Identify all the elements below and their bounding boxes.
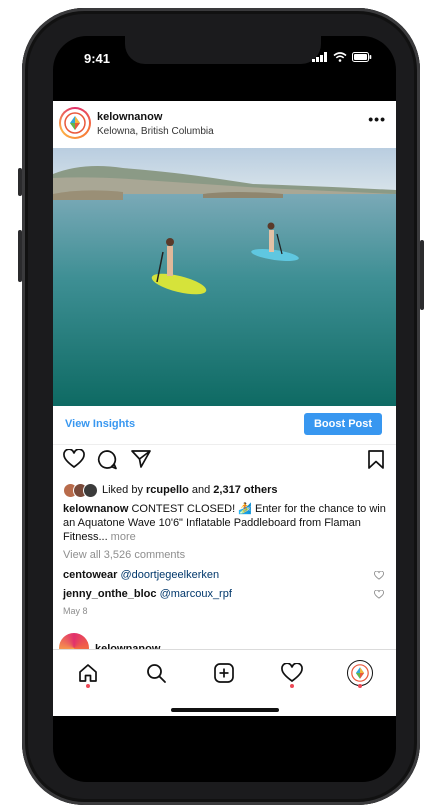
comment-mention[interactable]: @marcoux_rpf [160, 588, 232, 600]
bottom-tab-bar [53, 649, 396, 706]
comment-user[interactable]: centowear [63, 569, 117, 581]
add-post-icon [214, 663, 234, 683]
insights-bar: View Insights Boost Post [53, 406, 396, 445]
home-icon [79, 664, 97, 682]
comment-user[interactable]: jenny_onthe_bloc [63, 588, 157, 600]
caption-username[interactable]: kelownanow [63, 503, 128, 515]
wifi-icon [333, 52, 347, 62]
liked-by-row[interactable]: Liked by rcupello and 2,317 others [63, 482, 393, 498]
view-all-comments-link[interactable]: View all 3,526 comments [63, 549, 185, 561]
caption: kelownanow CONTEST CLOSED! 🏄 Enter for t… [63, 502, 393, 544]
tab-profile[interactable] [347, 660, 373, 686]
status-icons [312, 52, 372, 62]
comment-row: jenny_onthe_bloc @marcoux_rpf [63, 588, 383, 600]
post-photo[interactable] [53, 148, 396, 406]
share-icon[interactable] [130, 449, 152, 469]
home-indicator[interactable] [171, 708, 279, 712]
side-button-left-2 [18, 230, 22, 282]
liked-by-user: rcupello [146, 484, 189, 496]
comment-row: centowear @doortjegeelkerken [63, 569, 383, 581]
phone-bezel-bottom [53, 716, 396, 782]
post-date: May 8 [63, 606, 88, 616]
tab-new-post[interactable] [211, 660, 237, 686]
notification-dot [86, 684, 90, 688]
liked-by-others: 2,317 others [213, 484, 278, 496]
battery-icon [352, 52, 372, 62]
app-screen: kelownanow Kelowna, British Columbia ••• [53, 101, 396, 716]
comment-like-icon[interactable] [374, 590, 384, 599]
comment-icon[interactable] [96, 449, 118, 470]
more-horizontal-icon[interactable]: ••• [368, 111, 386, 127]
view-insights-link[interactable]: View Insights [65, 418, 135, 430]
action-row [53, 447, 396, 477]
post-location[interactable]: Kelowna, British Columbia [97, 126, 214, 137]
post-username[interactable]: kelownanow [97, 111, 162, 123]
bookmark-icon[interactable] [367, 449, 385, 470]
status-time: 9:41 [84, 51, 111, 66]
post-header: kelownanow Kelowna, British Columbia ••• [53, 101, 396, 148]
side-button-left [18, 168, 22, 196]
liked-by-text: Liked by rcupello and 2,317 others [102, 484, 278, 496]
profile-avatar-icon [347, 660, 373, 686]
notification-dot [290, 684, 294, 688]
comment-mention[interactable]: @doortjegeelkerken [120, 569, 219, 581]
avatar[interactable] [59, 107, 91, 139]
heart-icon [281, 663, 303, 683]
tab-activity[interactable] [279, 660, 305, 686]
signal-icon [312, 52, 327, 62]
notification-dot [358, 684, 362, 688]
side-button-right [420, 240, 424, 310]
caption-more-link[interactable]: more [108, 531, 136, 543]
boost-post-button[interactable]: Boost Post [304, 413, 382, 435]
liker-avatar [83, 482, 98, 498]
tab-home[interactable] [75, 660, 101, 686]
kelownanow-logo-icon [64, 112, 86, 134]
heart-icon[interactable] [63, 449, 85, 469]
tab-search[interactable] [143, 660, 169, 686]
comment-like-icon[interactable] [374, 571, 384, 580]
notch [125, 36, 321, 64]
search-icon [147, 664, 166, 683]
